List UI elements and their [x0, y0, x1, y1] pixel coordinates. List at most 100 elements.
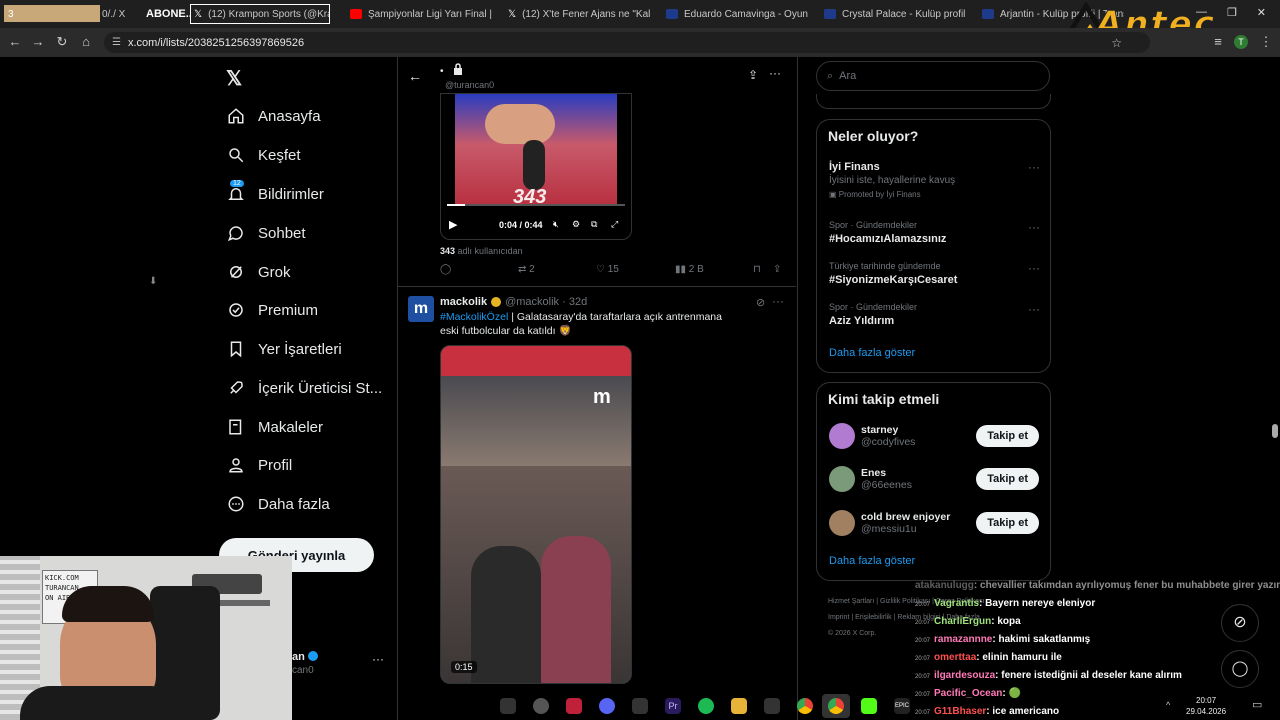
like-button[interactable]: ♡ 15: [596, 264, 619, 275]
tab-placeholder[interactable]: 3: [4, 5, 100, 22]
follow-button[interactable]: Takip et: [976, 425, 1039, 447]
capcut-icon[interactable]: [500, 698, 516, 714]
search-icon: [226, 145, 246, 165]
video-progress[interactable]: [447, 204, 625, 206]
tweet-video[interactable]: m 0:15: [440, 345, 632, 684]
app-red-icon[interactable]: [566, 698, 582, 714]
follow-button[interactable]: Takip et: [976, 468, 1039, 490]
tray-chevron-icon[interactable]: ^: [1166, 700, 1170, 710]
folder-icon[interactable]: [731, 698, 747, 714]
media-icon[interactable]: ≡: [1210, 34, 1226, 50]
more-options-icon[interactable]: ···: [372, 652, 384, 666]
nav-more[interactable]: Daha fazla: [226, 490, 330, 518]
article-icon: [226, 417, 246, 437]
search-input[interactable]: ⌕ Ara: [816, 61, 1050, 91]
nav-notifications[interactable]: 12 Bildirimler: [226, 180, 324, 208]
nav-explore[interactable]: Keşfet: [226, 141, 301, 169]
discord-icon[interactable]: [599, 698, 615, 714]
show-more-link[interactable]: Daha fazla göster: [829, 347, 915, 359]
trend-item[interactable]: Spor · Gündemdekiler #HocamızıAlamazsını…: [829, 220, 946, 245]
more-options-icon[interactable]: ···: [1028, 302, 1040, 316]
nav-creator-studio[interactable]: İçerik Üreticisi St...: [226, 374, 382, 402]
author-name[interactable]: mackolik: [440, 296, 487, 308]
nav-articles[interactable]: Makaleler: [226, 413, 323, 441]
scrollbar-thumb[interactable]: [1272, 424, 1278, 438]
avatar[interactable]: m: [408, 296, 434, 322]
menu-icon[interactable]: ⋮: [1258, 34, 1274, 50]
author-handle[interactable]: @mackolik: [505, 296, 559, 308]
epic-games-icon[interactable]: EPIC: [894, 698, 910, 714]
grok-float-button[interactable]: ⊘: [1221, 604, 1259, 642]
tab-krampon[interactable]: 𝕏 (12) Krampon Sports (@Kramp 10: [190, 4, 330, 24]
site-info-icon[interactable]: ☰: [112, 37, 121, 48]
spotify-icon[interactable]: [698, 698, 714, 714]
chrome-icon[interactable]: [828, 698, 844, 714]
home-browser-icon[interactable]: ⌂: [78, 34, 94, 50]
reload-icon[interactable]: ↻: [54, 34, 70, 50]
nav-home[interactable]: Anasayfa: [226, 102, 321, 130]
url-field[interactable]: ☰ x.com/i/lists/2038251256397869526 ☆: [104, 32, 1150, 53]
messages-float-button[interactable]: ◯: [1221, 650, 1259, 688]
share-icon[interactable]: ⇪: [748, 68, 758, 82]
chat-message: atakanulugg: chevallier takımdan ayrılıy…: [915, 580, 1280, 591]
profile-avatar[interactable]: T: [1234, 35, 1248, 49]
chrome-icon[interactable]: [797, 698, 813, 714]
nav-grok[interactable]: Grok: [226, 258, 291, 286]
more-options-icon[interactable]: ···: [1028, 261, 1040, 275]
follow-button[interactable]: Takip et: [976, 512, 1039, 534]
obs-icon[interactable]: [533, 698, 549, 714]
play-icon[interactable]: ▶: [449, 218, 457, 231]
tab-fener-ajans[interactable]: 𝕏 (12) X'te Fener Ajans ne "Kaleci✕: [508, 4, 650, 24]
bookmark-button[interactable]: ⊓: [753, 264, 761, 275]
verified-icon: [308, 651, 318, 661]
more-options-icon[interactable]: ···: [772, 294, 784, 308]
show-more-link[interactable]: Daha fazla göster: [829, 555, 915, 567]
kick-icon[interactable]: [861, 698, 877, 714]
nav-bookmarks[interactable]: Yer İşaretleri: [226, 335, 342, 363]
nav-chat[interactable]: Sohbet: [226, 219, 306, 247]
nav-profile[interactable]: Profil: [226, 451, 292, 479]
reply-button[interactable]: ◯: [440, 264, 451, 275]
follow-suggestion[interactable]: starney @codyfives Takip et: [829, 423, 1039, 449]
system-clock[interactable]: 20:07 29.04.2026: [1186, 695, 1226, 717]
trend-item[interactable]: Spor · Gündemdekiler Aziz Yıldırım: [829, 302, 917, 327]
video-player[interactable]: 343 ▶ 0:04 / 0:44 🔇︎ ⚙ ⧉ ⤢: [440, 93, 632, 240]
share-button[interactable]: ⇪: [773, 264, 781, 275]
forward-icon[interactable]: →: [30, 34, 46, 50]
settings-icon[interactable]: ⚙: [572, 219, 580, 230]
mute-icon[interactable]: 🔇︎: [553, 219, 559, 230]
star-icon[interactable]: ☆: [1111, 36, 1122, 50]
views-button[interactable]: ▮▮ 2 B: [675, 264, 704, 275]
trend-item[interactable]: Türkiye tarihinde gündemde #SiyonizmeKar…: [829, 261, 957, 286]
x-logo-icon[interactable]: 𝕏: [226, 66, 246, 90]
tab-x-list[interactable]: 0/./ X: [102, 4, 142, 24]
nav-premium[interactable]: Premium: [226, 296, 318, 324]
capcut-icon[interactable]: [632, 698, 648, 714]
tab-sampiyonlar[interactable]: Şampiyonlar Ligi Yarı Final | PSG✕: [350, 4, 492, 24]
follow-suggestion[interactable]: Enes @66eenes Takip et: [829, 466, 1039, 492]
tab-abone[interactable]: ABONE..: [146, 4, 190, 24]
video-views: 343 adlı kullanıcıdan: [440, 246, 523, 256]
promoted-trend[interactable]: İyi Finans İyisini iste, hayallerine kav…: [829, 161, 955, 199]
follow-suggestion[interactable]: cold brew enjoyer @messiu1u Takip et: [829, 510, 1039, 536]
more-options-icon[interactable]: ···: [1028, 160, 1040, 174]
back-arrow-icon[interactable]: ←: [408, 68, 422, 84]
more-options-icon[interactable]: ···: [1028, 220, 1040, 234]
pip-icon[interactable]: ⧉: [591, 219, 597, 230]
account-switcher[interactable]: an can0 ···: [290, 648, 400, 678]
back-icon[interactable]: ←: [7, 34, 23, 50]
more-icon: [226, 494, 246, 514]
more-options-icon[interactable]: ···: [769, 66, 781, 80]
tweet-time[interactable]: 32d: [569, 296, 587, 308]
premiere-icon[interactable]: Pr: [665, 698, 681, 714]
capcut-icon[interactable]: [764, 698, 780, 714]
fullscreen-icon[interactable]: ⤢: [611, 219, 618, 230]
hashtag-link[interactable]: #MackolikÖzel: [440, 311, 508, 323]
tab-crystal-palace[interactable]: Crystal Palace - Kulüp profili | T✕: [824, 4, 966, 24]
person-icon: [226, 455, 246, 475]
close-window-icon[interactable]: ✕: [1257, 6, 1266, 19]
grok-icon[interactable]: ⊘: [756, 296, 765, 309]
repost-button[interactable]: ⇄ 2: [518, 264, 535, 275]
tab-camavinga[interactable]: Eduardo Camavinga - Oyuncu p✕: [666, 4, 808, 24]
notification-center-icon[interactable]: ▭: [1252, 698, 1262, 711]
